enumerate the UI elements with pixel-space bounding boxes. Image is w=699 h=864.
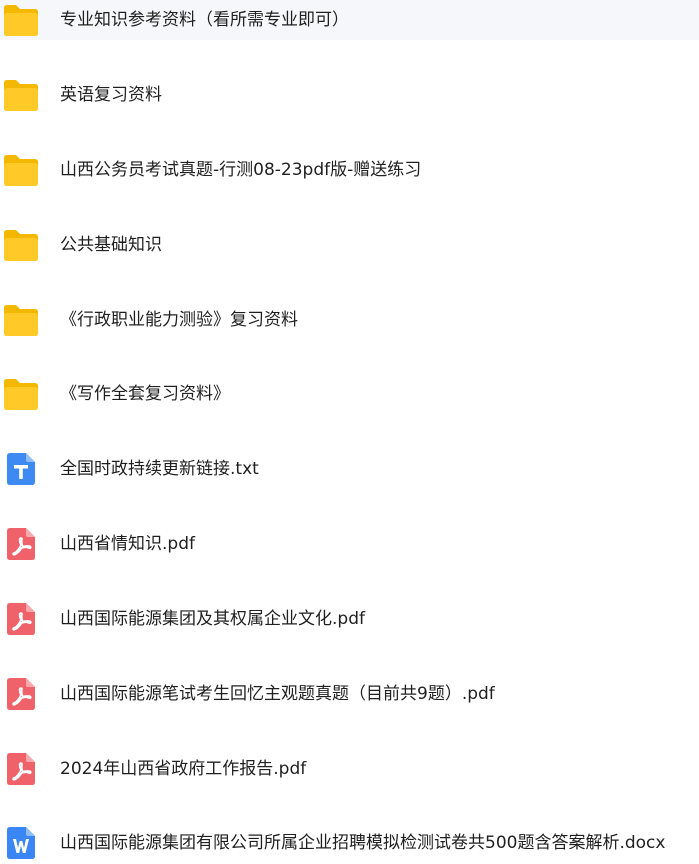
- folder-icon: [2, 226, 40, 264]
- file-row-folder[interactable]: 公共基础知识: [0, 225, 699, 265]
- file-name: 公共基础知识: [60, 235, 162, 255]
- file-name: 山西公务员考试真题-行测08-23pdf版-赠送练习: [60, 160, 422, 180]
- word-file-icon: [2, 824, 40, 862]
- file-name: 《行政职业能力测验》复习资料: [60, 310, 298, 330]
- file-name: 山西国际能源笔试考生回忆主观题真题（目前共9题）.pdf: [60, 684, 495, 704]
- folder-icon: [2, 76, 40, 114]
- file-name: 山西国际能源集团有限公司所属企业招聘模拟检测试卷共500题含答案解析.docx: [60, 833, 666, 853]
- file-list: 专业知识参考资料（看所需专业即可） 英语复习资料 山西公务员考试真题-行测08-…: [0, 0, 699, 864]
- file-row-pdf[interactable]: 山西省情知识.pdf: [0, 524, 699, 564]
- file-row-txt[interactable]: 全国时政持续更新链接.txt: [0, 449, 699, 489]
- folder-icon: [2, 301, 40, 339]
- file-row-folder[interactable]: 专业知识参考资料（看所需专业即可）: [0, 0, 699, 40]
- file-row-docx[interactable]: 山西国际能源集团有限公司所属企业招聘模拟检测试卷共500题含答案解析.docx: [0, 823, 699, 863]
- file-row-folder[interactable]: 山西公务员考试真题-行测08-23pdf版-赠送练习: [0, 150, 699, 190]
- file-row-pdf[interactable]: 山西国际能源笔试考生回忆主观题真题（目前共9题）.pdf: [0, 674, 699, 714]
- file-name: 专业知识参考资料（看所需专业即可）: [60, 10, 349, 30]
- text-file-icon: [2, 450, 40, 488]
- folder-icon: [2, 375, 40, 413]
- file-name: 山西国际能源集团及其权属企业文化.pdf: [60, 609, 365, 629]
- pdf-file-icon: [2, 600, 40, 638]
- file-row-pdf[interactable]: 2024年山西省政府工作报告.pdf: [0, 749, 699, 789]
- file-name: 英语复习资料: [60, 85, 162, 105]
- file-name: 全国时政持续更新链接.txt: [60, 459, 259, 479]
- file-name: 2024年山西省政府工作报告.pdf: [60, 759, 307, 779]
- file-row-folder[interactable]: 《行政职业能力测验》复习资料: [0, 300, 699, 340]
- file-name: 《写作全套复习资料》: [60, 384, 230, 404]
- file-row-folder[interactable]: 英语复习资料: [0, 75, 699, 115]
- file-row-folder[interactable]: 《写作全套复习资料》: [0, 374, 699, 414]
- file-row-pdf[interactable]: 山西国际能源集团及其权属企业文化.pdf: [0, 599, 699, 639]
- pdf-file-icon: [2, 525, 40, 563]
- pdf-file-icon: [2, 675, 40, 713]
- folder-icon: [2, 1, 40, 39]
- pdf-file-icon: [2, 750, 40, 788]
- folder-icon: [2, 151, 40, 189]
- file-name: 山西省情知识.pdf: [60, 534, 195, 554]
